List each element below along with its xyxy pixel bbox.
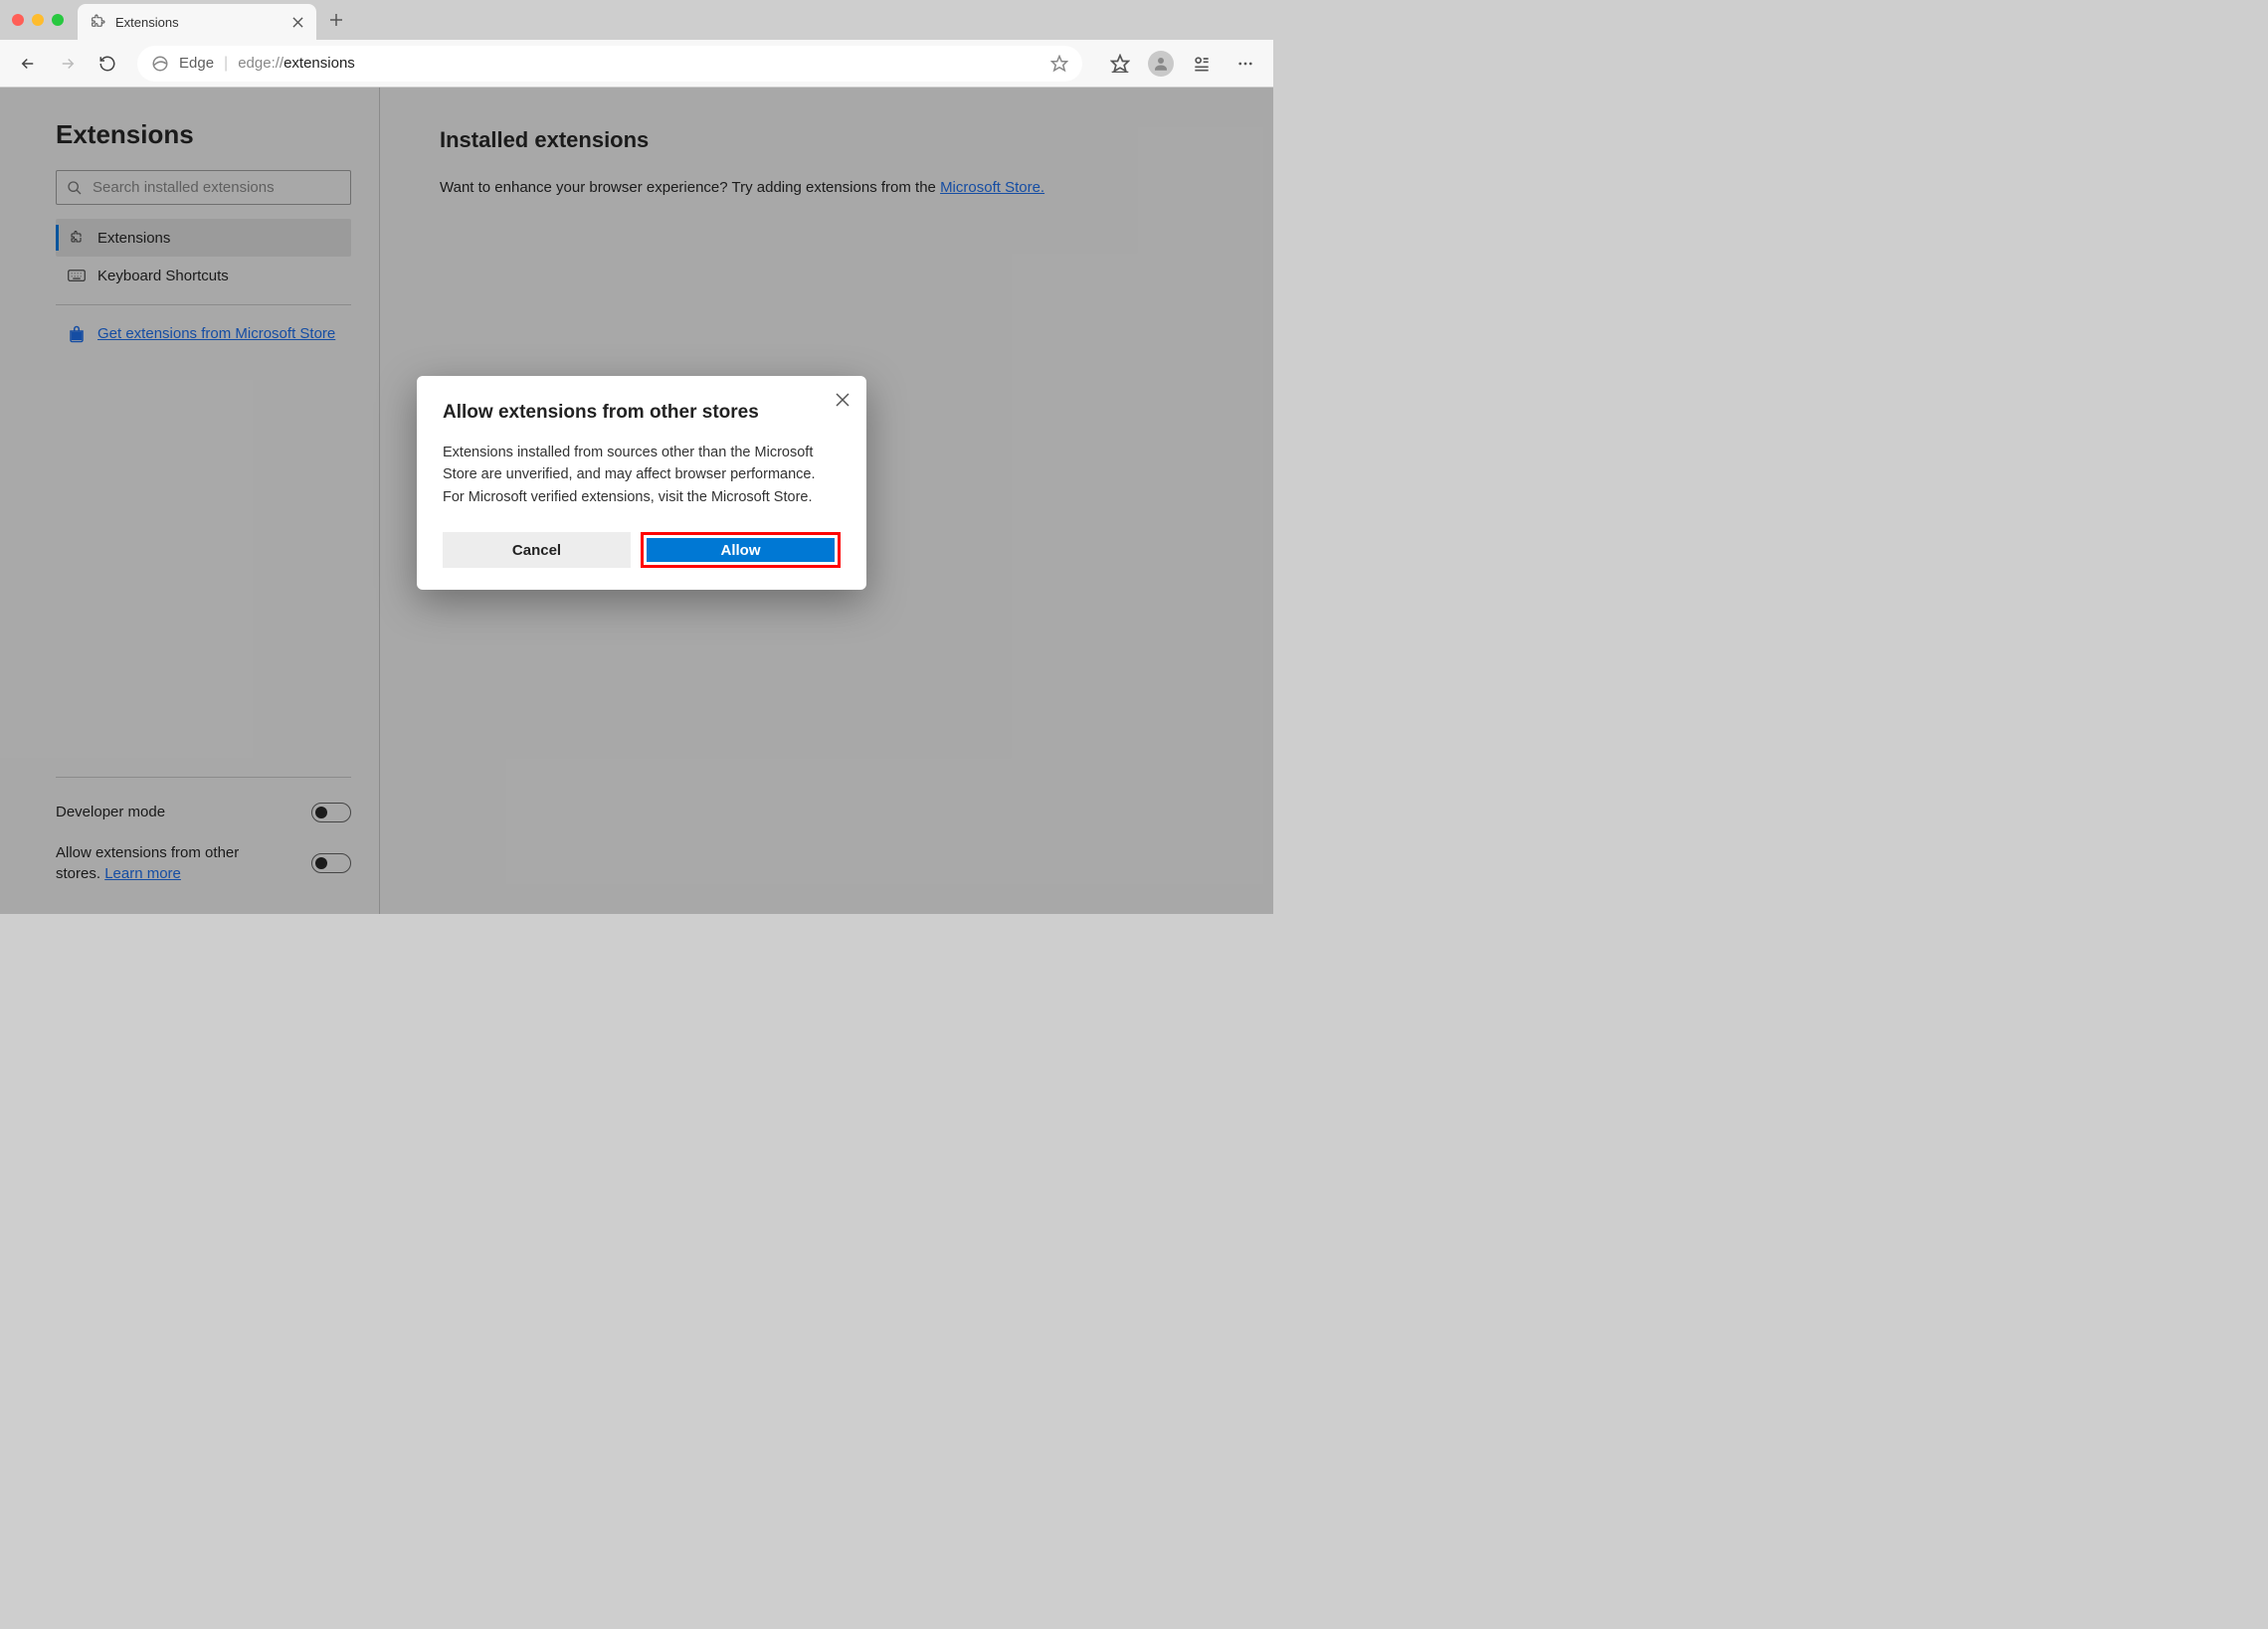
search-input[interactable] (93, 179, 340, 196)
address-scheme-label: Edge (179, 55, 214, 72)
sidebar-item-keyboard-shortcuts[interactable]: Keyboard Shortcuts (56, 257, 351, 294)
allow-other-stores-dialog: Allow extensions from other stores Exten… (417, 376, 866, 590)
sidebar-title: Extensions (56, 119, 351, 150)
window-close-button[interactable] (12, 14, 24, 26)
menu-button[interactable] (1229, 48, 1261, 80)
other-stores-label: Allow extensions from other stores. Lear… (56, 842, 255, 884)
window-controls (12, 14, 64, 26)
keyboard-icon (68, 267, 86, 284)
browser-tab[interactable]: Extensions (78, 4, 316, 40)
profile-avatar[interactable] (1148, 51, 1174, 77)
store-link-row: Get extensions from Microsoft Store (56, 319, 351, 348)
back-button[interactable] (12, 48, 44, 80)
sidebar-bottom: Developer mode Allow extensions from oth… (56, 767, 351, 894)
microsoft-store-link[interactable]: Microsoft Store. (940, 179, 1044, 196)
sidebar-item-label: Extensions (97, 230, 170, 247)
close-icon (836, 393, 850, 407)
dialog-close-button[interactable] (833, 390, 852, 410)
favorites-button[interactable] (1104, 48, 1136, 80)
address-url: edge://extensions (238, 55, 355, 72)
dialog-title: Allow extensions from other stores (443, 402, 841, 424)
store-icon (68, 325, 86, 343)
sidebar-item-extensions[interactable]: Extensions (56, 219, 351, 257)
tab-close-button[interactable] (290, 15, 304, 29)
main-prompt: Want to enhance your browser experience?… (440, 177, 1214, 200)
forward-button[interactable] (52, 48, 84, 80)
address-bar[interactable]: Edge | edge://extensions (137, 46, 1082, 82)
sidebar-item-label: Keyboard Shortcuts (97, 268, 229, 284)
allow-button[interactable]: Allow (647, 538, 835, 562)
window-minimize-button[interactable] (32, 14, 44, 26)
toolbar-actions (1104, 48, 1261, 80)
other-stores-row: Allow extensions from other stores. Lear… (56, 832, 351, 894)
favorite-star-icon[interactable] (1050, 55, 1068, 73)
learn-more-link[interactable]: Learn more (104, 865, 181, 882)
cancel-button[interactable]: Cancel (443, 532, 631, 568)
divider (56, 304, 351, 305)
sidebar: Extensions Extensions Keyboard Shortcuts… (0, 88, 380, 914)
dialog-buttons: Cancel Allow (443, 532, 841, 568)
developer-mode-label: Developer mode (56, 802, 165, 822)
extension-icon (90, 14, 105, 30)
tab-title: Extensions (115, 15, 281, 30)
search-icon (67, 180, 83, 196)
allow-button-highlight: Allow (641, 532, 841, 568)
developer-mode-toggle[interactable] (311, 803, 351, 822)
developer-mode-row: Developer mode (56, 792, 351, 832)
divider (56, 777, 351, 778)
browser-toolbar: Edge | edge://extensions (0, 40, 1273, 88)
address-separator: | (224, 55, 228, 73)
get-extensions-link[interactable]: Get extensions from Microsoft Store (97, 323, 335, 344)
refresh-button[interactable] (92, 48, 123, 80)
other-stores-toggle[interactable] (311, 853, 351, 873)
collections-button[interactable] (1186, 48, 1218, 80)
edge-logo-icon (151, 55, 169, 73)
window-maximize-button[interactable] (52, 14, 64, 26)
main-heading: Installed extensions (440, 127, 1214, 153)
window-titlebar: Extensions (0, 0, 1273, 40)
extension-icon (68, 229, 86, 247)
search-box[interactable] (56, 170, 351, 205)
dialog-body: Extensions installed from sources other … (443, 442, 841, 508)
new-tab-button[interactable] (322, 6, 350, 34)
